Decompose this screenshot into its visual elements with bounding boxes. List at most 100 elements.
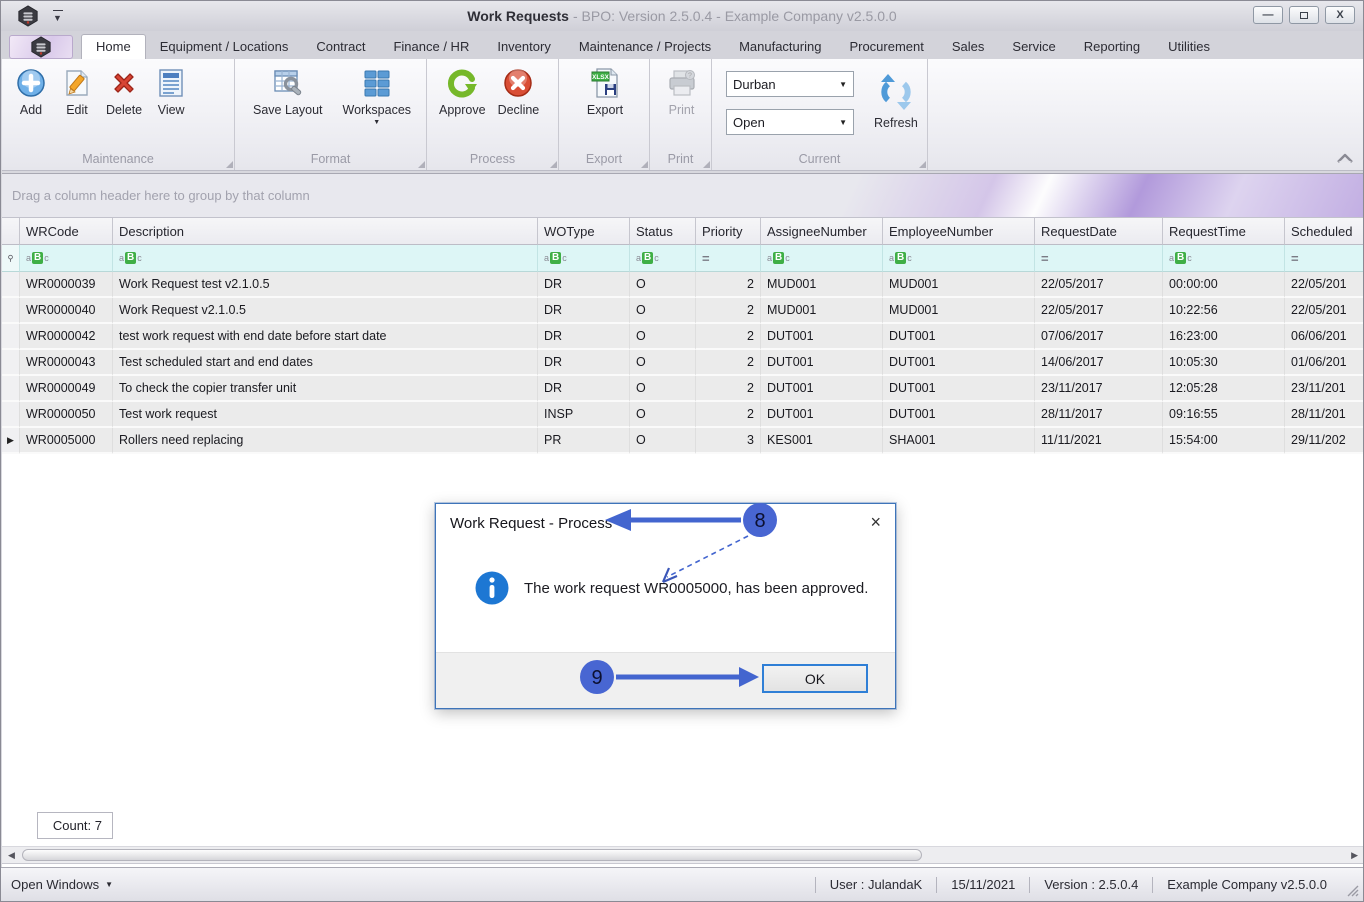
header-cell-priority[interactable]: Priority — [696, 218, 761, 245]
header-cell-requesttime[interactable]: RequestTime — [1163, 218, 1285, 245]
cell-requesttime[interactable]: 12:05:28 — [1163, 376, 1285, 402]
cell-wotype[interactable]: INSP — [538, 402, 630, 428]
cell-priority[interactable]: 2 — [696, 402, 761, 428]
cell-requestdate[interactable]: 22/05/2017 — [1035, 298, 1163, 324]
cell-requestdate[interactable]: 14/06/2017 — [1035, 350, 1163, 376]
tab-maintenance-projects[interactable]: Maintenance / Projects — [565, 35, 725, 59]
cell-employeenumber[interactable]: DUT001 — [883, 324, 1035, 350]
header-cell-requestdate[interactable]: RequestDate — [1035, 218, 1163, 245]
cell-requesttime[interactable]: 10:05:30 — [1163, 350, 1285, 376]
cell-priority[interactable]: 2 — [696, 272, 761, 298]
header-cell-assigneenumber[interactable]: AssigneeNumber — [761, 218, 883, 245]
cell-status[interactable]: O — [630, 298, 696, 324]
cell-status[interactable]: O — [630, 402, 696, 428]
tab-reporting[interactable]: Reporting — [1070, 35, 1154, 59]
tab-inventory[interactable]: Inventory — [483, 35, 564, 59]
approve-button[interactable]: Approve — [433, 64, 492, 119]
tab-contract[interactable]: Contract — [302, 35, 379, 59]
cell-scheduled[interactable]: 01/06/201 — [1285, 350, 1364, 376]
maximize-button[interactable] — [1289, 6, 1319, 24]
table-row[interactable]: WR0000043Test scheduled start and end da… — [2, 350, 1364, 376]
add-button[interactable]: Add — [8, 64, 54, 119]
cell-assigneenumber[interactable]: MUD001 — [761, 272, 883, 298]
filter-cell-requestdate[interactable]: = — [1035, 245, 1163, 272]
filter-cell-employeenumber[interactable]: aBc — [883, 245, 1035, 272]
cell-requesttime[interactable]: 16:23:00 — [1163, 324, 1285, 350]
cell-priority[interactable]: 2 — [696, 324, 761, 350]
cell-status[interactable]: O — [630, 350, 696, 376]
cell-description[interactable]: To check the copier transfer unit — [113, 376, 538, 402]
status-dropdown[interactable]: Open ▼ — [726, 109, 854, 135]
dialog-title-bar[interactable]: Work Request - Process — [436, 504, 895, 542]
cell-description[interactable]: Test scheduled start and end dates — [113, 350, 538, 376]
filter-cell-scheduled[interactable]: = — [1285, 245, 1364, 272]
scroll-right-icon[interactable]: ▶ — [1351, 850, 1358, 861]
cell-wrcode[interactable]: WR0000042 — [20, 324, 113, 350]
scrollbar-thumb[interactable] — [22, 849, 922, 861]
table-row[interactable]: WR0000042test work request with end date… — [2, 324, 1364, 350]
cell-employeenumber[interactable]: DUT001 — [883, 402, 1035, 428]
cell-wrcode[interactable]: WR0000050 — [20, 402, 113, 428]
cell-priority[interactable]: 2 — [696, 350, 761, 376]
table-row[interactable]: WR0000049To check the copier transfer un… — [2, 376, 1364, 402]
cell-requestdate[interactable]: 23/11/2017 — [1035, 376, 1163, 402]
table-row[interactable]: ▶WR0005000Rollers need replacingPRO3KES0… — [2, 428, 1364, 454]
cell-scheduled[interactable]: 29/11/202 — [1285, 428, 1364, 454]
cell-status[interactable]: O — [630, 272, 696, 298]
cell-description[interactable]: Work Request v2.1.0.5 — [113, 298, 538, 324]
quick-access-customize-icon[interactable]: ▼ — [53, 10, 63, 23]
cell-employeenumber[interactable]: DUT001 — [883, 350, 1035, 376]
cell-description[interactable]: test work request with end date before s… — [113, 324, 538, 350]
close-button[interactable]: X — [1325, 6, 1355, 24]
cell-wrcode[interactable]: WR0005000 — [20, 428, 113, 454]
cell-wotype[interactable]: DR — [538, 298, 630, 324]
cell-description[interactable]: Test work request — [113, 402, 538, 428]
horizontal-scrollbar[interactable]: ◀ ▶ — [2, 846, 1364, 864]
edit-button[interactable]: Edit — [54, 64, 100, 119]
cell-status[interactable]: O — [630, 376, 696, 402]
cell-scheduled[interactable]: 23/11/201 — [1285, 376, 1364, 402]
refresh-button[interactable]: Refresh — [868, 71, 924, 147]
cell-employeenumber[interactable]: SHA001 — [883, 428, 1035, 454]
group-by-panel[interactable]: Drag a column header here to group by th… — [2, 174, 1364, 218]
table-row[interactable]: WR0000050Test work requestINSPO2DUT001DU… — [2, 402, 1364, 428]
filter-cell-description[interactable]: aBc — [113, 245, 538, 272]
save-layout-button[interactable]: Save Layout — [247, 64, 329, 128]
cell-employeenumber[interactable]: DUT001 — [883, 376, 1035, 402]
filter-cell-priority[interactable]: = — [696, 245, 761, 272]
header-cell-wotype[interactable]: WOType — [538, 218, 630, 245]
group-dialog-launcher-icon[interactable] — [418, 161, 425, 168]
filter-cell-wotype[interactable]: aBc — [538, 245, 630, 272]
cell-priority[interactable]: 3 — [696, 428, 761, 454]
dialog-close-icon[interactable]: × — [870, 512, 881, 533]
header-cell-status[interactable]: Status — [630, 218, 696, 245]
application-menu-button[interactable] — [9, 35, 73, 59]
minimize-button[interactable]: — — [1253, 6, 1283, 24]
tab-finance-hr[interactable]: Finance / HR — [379, 35, 483, 59]
cell-wrcode[interactable]: WR0000039 — [20, 272, 113, 298]
cell-scheduled[interactable]: 22/05/201 — [1285, 298, 1364, 324]
cell-description[interactable]: Work Request test v2.1.0.5 — [113, 272, 538, 298]
view-button[interactable]: View — [148, 64, 194, 119]
cell-priority[interactable]: 2 — [696, 376, 761, 402]
scroll-left-icon[interactable]: ◀ — [8, 850, 15, 861]
decline-button[interactable]: Decline — [492, 64, 546, 119]
cell-wotype[interactable]: DR — [538, 376, 630, 402]
workspaces-button[interactable]: Workspaces ▼ — [337, 64, 418, 128]
cell-status[interactable]: O — [630, 324, 696, 350]
group-dialog-launcher-icon[interactable] — [226, 161, 233, 168]
print-button[interactable]: ? Print — [659, 64, 705, 119]
cell-wrcode[interactable]: WR0000043 — [20, 350, 113, 376]
cell-description[interactable]: Rollers need replacing — [113, 428, 538, 454]
header-cell-scheduled[interactable]: Scheduled — [1285, 218, 1364, 245]
cell-priority[interactable]: 2 — [696, 298, 761, 324]
cell-assigneenumber[interactable]: DUT001 — [761, 324, 883, 350]
cell-requestdate[interactable]: 11/11/2021 — [1035, 428, 1163, 454]
tab-home[interactable]: Home — [81, 34, 146, 59]
cell-status[interactable]: O — [630, 428, 696, 454]
cell-wotype[interactable]: DR — [538, 350, 630, 376]
cell-employeenumber[interactable]: MUD001 — [883, 298, 1035, 324]
header-cell-wrcode[interactable]: WRCode — [20, 218, 113, 245]
tab-procurement[interactable]: Procurement — [835, 35, 937, 59]
header-cell-description[interactable]: Description — [113, 218, 538, 245]
